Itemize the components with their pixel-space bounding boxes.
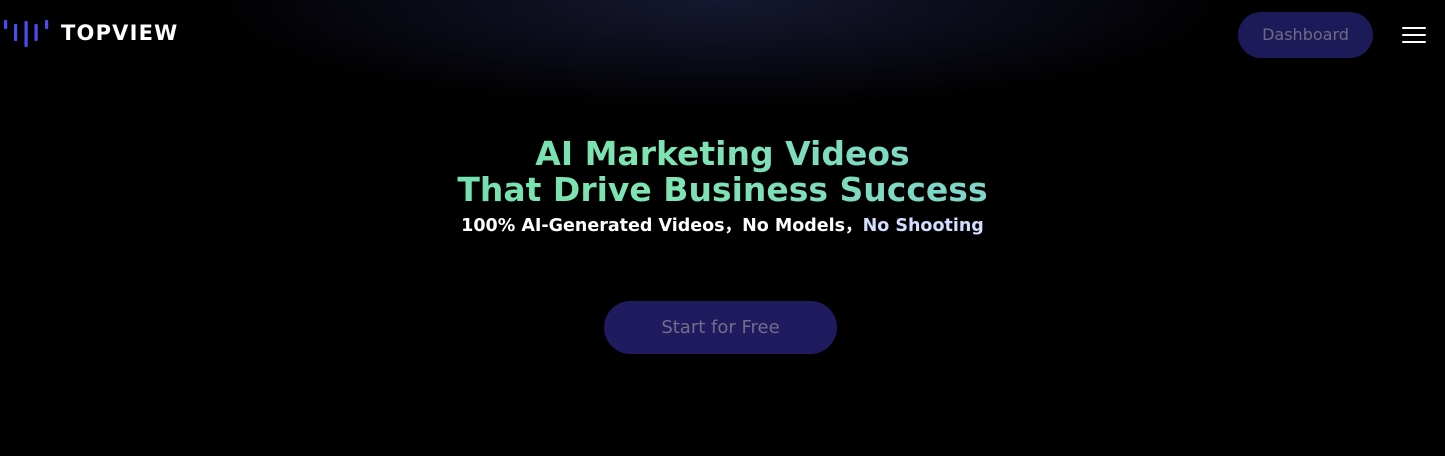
- logo-link[interactable]: TOPVIEW: [4, 18, 179, 48]
- hero-section: AI Marketing Videos That Drive Business …: [0, 136, 1445, 239]
- hamburger-menu-icon[interactable]: [1402, 24, 1428, 46]
- start-for-free-button[interactable]: Start for Free: [604, 301, 837, 354]
- hero-title-line-1: AI Marketing Videos: [535, 134, 910, 173]
- subtitle-part-ai-generated: 100% AI-Generated Videos，: [461, 216, 743, 236]
- hero-title-line-2: That Drive Business Success: [457, 170, 988, 209]
- landing-page: TOPVIEW Dashboard AI Marketing Videos Th…: [0, 0, 1445, 456]
- subtitle-part-no-models: No Models，: [742, 216, 863, 236]
- hero-title: AI Marketing Videos That Drive Business …: [0, 136, 1445, 208]
- dashboard-button[interactable]: Dashboard: [1238, 12, 1373, 58]
- subtitle-part-no-shooting: No Shooting: [862, 216, 984, 236]
- hero-subtitle: 100% AI-Generated Videos，No Models，No Sh…: [0, 213, 1445, 239]
- logo-text: TOPVIEW: [61, 21, 179, 45]
- topview-logo-icon: [4, 20, 49, 47]
